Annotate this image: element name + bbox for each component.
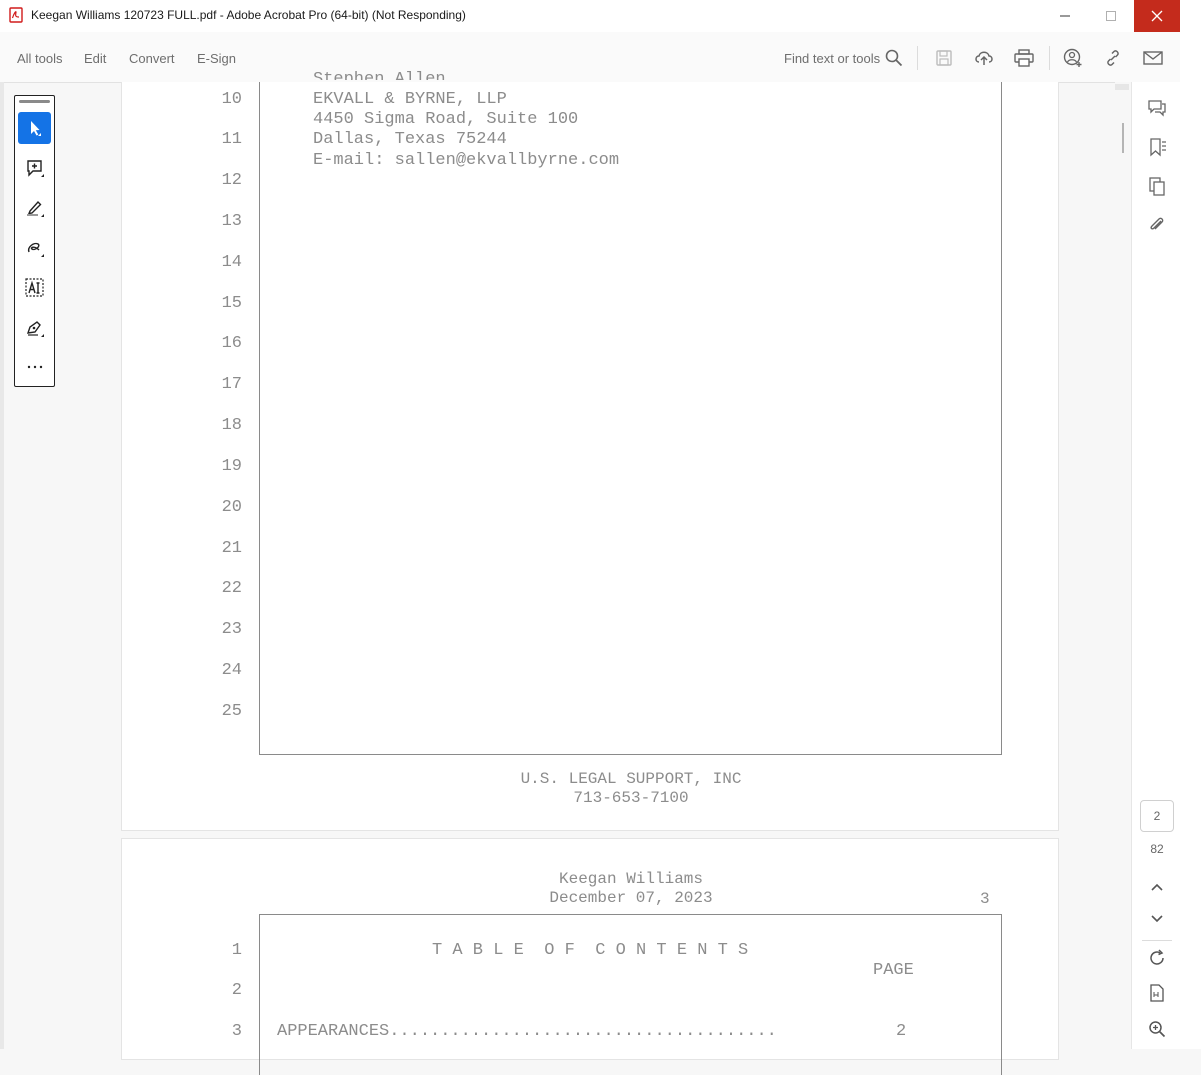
toc-entry-label: APPEARANCES.............................… [277,1022,777,1041]
bookmarks-icon[interactable] [1146,136,1168,158]
sidebar-separator [1142,940,1172,941]
pages-icon[interactable] [1146,175,1168,197]
line-number: 12 [221,171,242,190]
more-tools-icon[interactable] [18,351,51,383]
fit-page-icon[interactable] [1146,982,1168,1004]
scrollbar-thumb[interactable] [1122,123,1124,153]
search-icon[interactable] [883,47,905,69]
address-line: Dallas, Texas 75244 [313,130,507,149]
quick-tools-panel [14,95,55,387]
acrobat-pdf-icon [9,7,23,23]
address-line: 4450 Sigma Road, Suite 100 [313,110,579,129]
footer-phone: 713-653-7100 [573,789,689,807]
line-number: 19 [221,457,242,476]
fill-sign-icon[interactable] [18,312,51,344]
line-number: 21 [221,539,242,558]
desktop-edge [1180,0,1201,1049]
minimize-icon [1060,15,1070,17]
address-line: E-mail: sallen@ekvallbyrne.com [313,151,620,170]
refresh-icon[interactable] [1146,947,1168,969]
line-number: 22 [221,579,242,598]
line-number: 25 [221,702,242,721]
pdf-page-3: Keegan Williams December 07, 2023 3 T A … [121,838,1059,1075]
select-pointer-icon[interactable] [18,112,51,144]
right-sidebar: 2 82 [1131,82,1181,1049]
scroll-up-arrow[interactable] [1115,84,1129,90]
print-icon[interactable] [1013,47,1035,69]
line-number: 17 [221,375,242,394]
mail-icon[interactable] [1142,47,1164,69]
pdf-page-2: Stephen Allen 10 EKVALL & BYRNE, LLP 445… [121,70,1059,831]
attachments-icon[interactable] [1146,214,1168,236]
line-number: 1 [231,941,242,960]
cut-off-line: Stephen Allen [313,70,446,80]
line-number: 20 [221,498,242,517]
close-icon [1151,10,1163,22]
vertical-scrollbar[interactable] [1115,82,1131,1049]
text-recognition-icon[interactable] [18,272,51,304]
save-icon[interactable] [933,47,955,69]
line-number: 3 [231,1022,242,1041]
menu-esign[interactable]: E-Sign [197,51,236,66]
toolbar-separator [1049,46,1050,70]
total-pages: 82 [1150,842,1164,856]
page-down-icon[interactable] [1146,908,1168,930]
left-window-edge [0,82,4,1049]
address-line: EKVALL & BYRNE, LLP [313,90,507,109]
page-column-label: PAGE [873,961,914,980]
page-up-icon[interactable] [1146,876,1168,898]
line-number: 23 [221,620,242,639]
zoom-in-icon[interactable] [1146,1018,1168,1040]
line-number: 14 [221,253,242,272]
panel-grip[interactable] [19,100,50,103]
menu-bar: All tools Edit Convert E-Sign Find text … [0,32,1180,83]
toc-entry-page: 2 [896,1022,907,1041]
add-comment-icon[interactable] [18,152,51,184]
footer-company: U.S. LEGAL SUPPORT, INC [520,770,742,788]
toc-title: T A B L E O F C O N T E N T S [432,941,749,960]
page-text-frame [259,82,1002,755]
comments-icon[interactable] [1146,97,1168,119]
menu-all-tools[interactable]: All tools [17,51,63,66]
line-number: 24 [221,661,242,680]
link-icon[interactable] [1102,47,1124,69]
highlight-pen-icon[interactable] [18,192,51,224]
line-number: 10 [221,90,242,109]
window-title: Keegan Williams 120723 FULL.pdf - Adobe … [31,8,466,22]
close-button[interactable] [1134,0,1180,32]
header-witness-name: Keegan Williams [558,870,704,888]
line-number: 16 [221,334,242,353]
page-number: 3 [980,890,990,908]
menu-convert[interactable]: Convert [129,51,175,66]
minimize-button[interactable] [1042,0,1088,32]
page-text-frame [259,914,1002,1075]
line-number: 2 [231,981,242,1000]
toolbar-separator [917,46,918,70]
current-page-input[interactable]: 2 [1140,800,1174,832]
line-number: 11 [221,130,242,149]
line-number: 18 [221,416,242,435]
maximize-icon [1106,11,1116,21]
share-user-icon[interactable] [1062,47,1084,69]
menu-edit[interactable]: Edit [84,51,106,66]
title-bar: Keegan Williams 120723 FULL.pdf - Adobe … [0,0,1201,32]
maximize-button[interactable] [1088,0,1134,32]
draw-freeform-icon[interactable] [18,232,51,264]
upload-cloud-icon[interactable] [973,47,995,69]
line-number: 15 [221,294,242,313]
find-text-or-tools[interactable]: Find text or tools [784,51,880,66]
line-number: 13 [221,212,242,231]
